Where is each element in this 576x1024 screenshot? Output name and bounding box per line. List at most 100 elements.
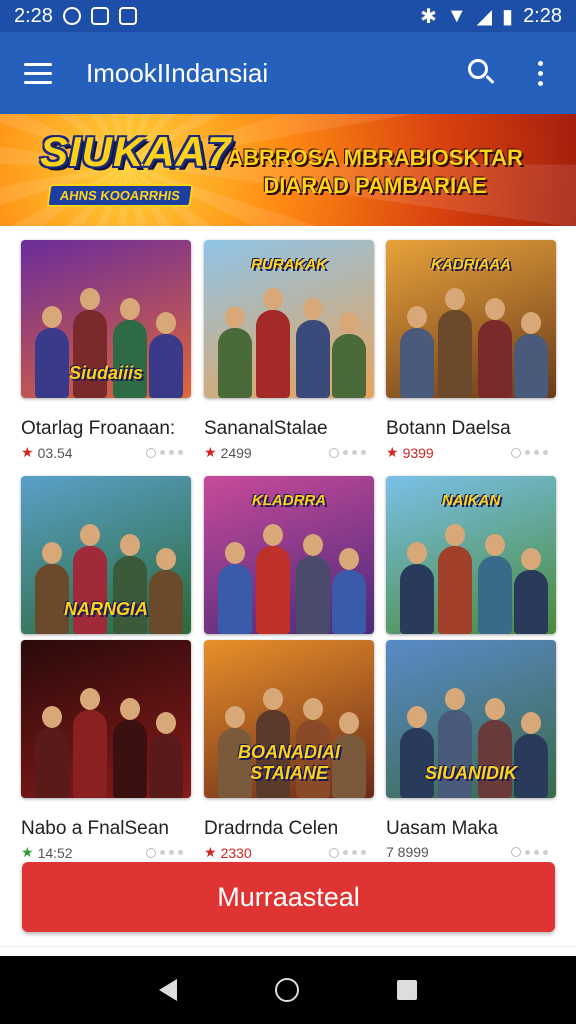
game-card[interactable]: BOANADIAI STAIANE Dradrnda Celen ★ 2330 <box>204 640 374 861</box>
character-figure <box>332 312 366 398</box>
game-meta: ★ 14:52 <box>21 844 191 861</box>
game-title[interactable]: Dradrnda Celen <box>204 818 374 840</box>
character-figure <box>256 288 290 398</box>
game-title[interactable]: Otarlag Froanaan: <box>21 418 191 440</box>
character-figure <box>400 542 434 634</box>
next-row-peek <box>0 946 576 956</box>
signal-icon: ◢ <box>476 5 493 28</box>
game-thumbnail[interactable] <box>21 640 191 798</box>
character-figure <box>478 298 512 398</box>
download-status-icon <box>146 847 183 858</box>
hamburger-menu-icon[interactable] <box>24 53 64 93</box>
game-card[interactable]: Nabo a FnalSean ★ 14:52 <box>21 640 191 861</box>
overflow-menu-icon[interactable] <box>520 53 560 93</box>
character-figure <box>438 288 472 398</box>
game-card[interactable]: NAIKAN <box>386 476 556 634</box>
star-icon: ★ <box>204 444 217 460</box>
back-icon[interactable] <box>159 979 177 1001</box>
game-meta: ★ 9399 <box>386 444 556 461</box>
game-title[interactable]: SananalStalae <box>204 418 374 440</box>
character-figure <box>218 542 252 634</box>
character-figure <box>438 524 472 634</box>
thumbnail-title-art: BOANADIAI STAIANE <box>238 742 340 783</box>
game-thumbnail[interactable]: Siudaiiis <box>21 240 191 398</box>
game-meta: ★ 2330 <box>204 844 374 861</box>
character-figure <box>73 688 107 798</box>
character-figure <box>218 306 252 398</box>
download-status-icon <box>329 847 366 858</box>
game-title[interactable]: Uasam Maka <box>386 818 556 840</box>
status-time-right: 2:28 <box>523 4 562 27</box>
character-figure <box>256 524 290 634</box>
star-icon: ★ <box>21 444 34 460</box>
wifi-icon: ▼ <box>446 4 467 27</box>
status-time: 2:28 <box>14 4 53 27</box>
game-thumbnail[interactable]: BOANADIAI STAIANE <box>204 640 374 798</box>
character-figure <box>113 698 147 798</box>
game-card[interactable]: RURAKAK SananalStalae ★ 2499 <box>204 240 374 461</box>
character-figure <box>73 524 107 634</box>
character-figure <box>438 688 472 798</box>
game-thumbnail[interactable]: KLADRRA <box>204 476 374 634</box>
recent-apps-icon[interactable] <box>397 980 417 1000</box>
search-icon[interactable] <box>460 53 500 93</box>
character-figure <box>296 298 330 398</box>
game-card[interactable]: KADRIAAA Botann Daelsa ★ 9399 <box>386 240 556 461</box>
game-card[interactable]: Siudaiiis Otarlag Froanaan: ★ 03.54 <box>21 240 191 461</box>
thumbnail-title-art: SIUANIDIK <box>424 763 517 783</box>
game-rating: 7 8999 <box>386 844 429 860</box>
download-status-icon <box>329 447 366 458</box>
star-icon: ★ <box>21 844 34 860</box>
character-figure <box>478 698 512 798</box>
game-meta: ★ 2499 <box>204 444 374 461</box>
download-status-icon <box>511 447 548 458</box>
thumbnail-title-art: NAIKAN <box>441 492 501 509</box>
cta-button[interactable]: Murraasteal <box>22 862 555 932</box>
thumbnail-title-art: Siudaiiis <box>68 363 144 383</box>
game-thumbnail[interactable]: KADRIAAA <box>386 240 556 398</box>
character-figure <box>35 706 69 798</box>
character-figure <box>478 534 512 634</box>
game-title[interactable]: Nabo a FnalSean <box>21 818 191 840</box>
game-rating: 9399 <box>402 444 434 461</box>
game-thumbnail[interactable]: NARNGIA <box>21 476 191 634</box>
download-status-icon <box>146 447 183 458</box>
star-icon: ★ <box>204 844 217 860</box>
character-figure <box>514 548 548 634</box>
game-title[interactable]: Botann Daelsa <box>386 418 556 440</box>
character-figure <box>113 298 147 398</box>
game-meta: 7 8999 <box>386 844 556 860</box>
system-navigation-bar <box>0 956 576 1024</box>
promo-banner[interactable]: SIUKAA7 AHNS KOOARRHIS ABRROSA MBRABIOSK… <box>0 114 576 226</box>
star-icon: ★ <box>386 444 399 460</box>
app-notification-icon <box>90 7 109 25</box>
character-figure <box>514 312 548 398</box>
thumbnail-title-art: KLADRRA <box>251 492 327 509</box>
game-card[interactable]: NARNGIA <box>21 476 191 634</box>
banner-headline: ABRROSA MBRABIOSKTAR DIARAD PAMBARIAE <box>227 145 523 198</box>
game-rating: 2499 <box>220 444 252 461</box>
game-rating: 2330 <box>220 844 252 861</box>
download-status-icon <box>511 847 548 857</box>
home-icon[interactable] <box>275 978 299 1002</box>
bluetooth-icon: ✱ <box>420 5 437 28</box>
character-figure <box>400 306 434 398</box>
game-rating: 14:52 <box>37 844 73 861</box>
character-figure <box>113 534 147 634</box>
status-bar: 2:28 ✱ ▼ ◢ ▮ 2:28 <box>0 0 576 32</box>
game-thumbnail[interactable]: NAIKAN <box>386 476 556 634</box>
game-rating: 03.54 <box>37 444 73 461</box>
thumbnail-title-art: RURAKAK <box>251 256 327 273</box>
app-title: ImookIIndansiai <box>86 57 269 88</box>
character-figure <box>149 712 183 798</box>
thumbnail-title-art: NARNGIA <box>64 599 148 619</box>
game-card[interactable]: SIUANIDIK Uasam Maka 7 8999 <box>386 640 556 860</box>
app-bar: ImookIIndansiai <box>0 32 576 114</box>
game-thumbnail[interactable]: RURAKAK <box>204 240 374 398</box>
game-card[interactable]: KLADRRA <box>204 476 374 634</box>
banner-logo: SIUKAA7 AHNS KOOARRHIS <box>40 128 230 212</box>
game-thumbnail[interactable]: SIUANIDIK <box>386 640 556 798</box>
character-figure <box>73 288 107 398</box>
character-figure <box>296 534 330 634</box>
game-meta: ★ 03.54 <box>21 444 191 461</box>
